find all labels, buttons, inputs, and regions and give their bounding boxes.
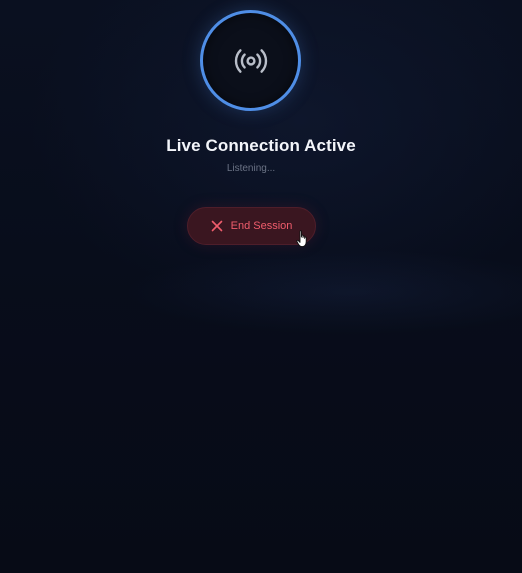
live-session-screen: Live Connection Active Listening... End …	[0, 0, 522, 573]
connection-avatar	[200, 10, 301, 111]
end-session-label: End Session	[230, 220, 293, 232]
hand-pointer-icon	[296, 230, 307, 248]
broadcast-icon	[234, 48, 267, 73]
close-icon	[211, 220, 223, 232]
connection-title: Live Connection Active	[166, 136, 356, 155]
connection-status: Listening...	[226, 163, 276, 174]
